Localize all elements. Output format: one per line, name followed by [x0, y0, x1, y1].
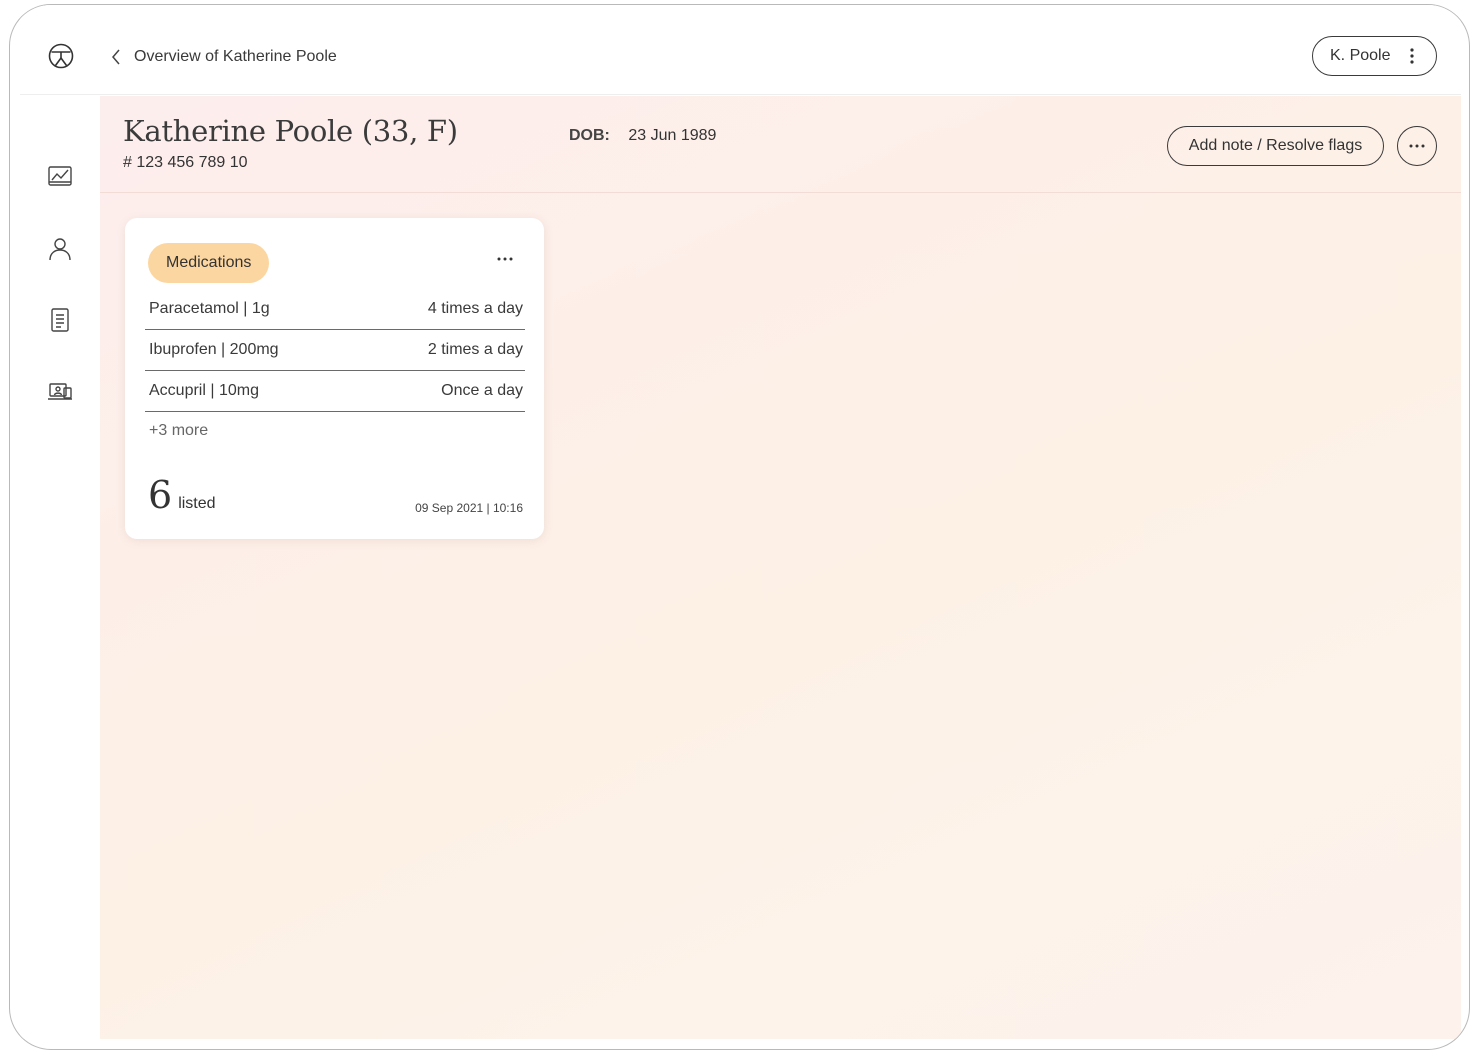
dob-label: DOB: [569, 127, 610, 144]
ellipsis-icon[interactable] [495, 255, 515, 263]
document-icon[interactable] [47, 307, 73, 333]
medication-count: 6 listed [148, 476, 216, 514]
sidebar [20, 96, 100, 1039]
main-content: Katherine Poole (33, F) # 123 456 789 10… [100, 96, 1461, 1039]
medication-frequency: 4 times a day [427, 300, 523, 317]
more-options-button[interactable] [1397, 126, 1437, 166]
medication-frequency: Once a day [441, 382, 523, 399]
patient-name: Katherine Poole (33, F) [123, 114, 458, 148]
count-number: 6 [148, 473, 173, 517]
chevron-left-icon [112, 49, 120, 65]
device-frame: Overview of Katherine Poole K. Poole Kat… [9, 4, 1470, 1050]
medication-list: Paracetamol | 1g 4 times a day Ibuprofen… [145, 289, 525, 412]
medications-pill: Medications [148, 243, 270, 283]
medication-row[interactable]: Accupril | 10mg Once a day [145, 371, 525, 412]
count-label: listed [178, 495, 216, 512]
ellipsis-icon [1409, 144, 1425, 148]
app-screen: Overview of Katherine Poole K. Poole Kat… [20, 5, 1461, 1039]
patient-id: # 123 456 789 10 [123, 154, 248, 171]
patient-header: Katherine Poole (33, F) # 123 456 789 10… [100, 96, 1461, 193]
user-menu-button[interactable]: K. Poole [1312, 36, 1437, 76]
medication-name: Paracetamol | 1g [149, 300, 270, 317]
telehealth-icon[interactable] [47, 379, 73, 405]
medication-name: Accupril | 10mg [149, 382, 259, 399]
medications-card[interactable]: Medications Paracetamol | 1g 4 times a d… [125, 218, 544, 539]
back-link[interactable]: Overview of Katherine Poole [110, 45, 337, 69]
app-logo-icon[interactable] [48, 43, 74, 69]
chart-icon[interactable] [47, 163, 73, 189]
person-icon[interactable] [47, 236, 73, 262]
medication-row[interactable]: Paracetamol | 1g 4 times a day [145, 289, 525, 330]
dob: DOB: 23 Jun 1989 [569, 127, 716, 145]
medication-name: Ibuprofen | 200mg [149, 341, 279, 358]
kebab-vertical-icon [1410, 48, 1414, 64]
back-link-label: Overview of Katherine Poole [134, 48, 337, 65]
medication-row[interactable]: Ibuprofen | 200mg 2 times a day [145, 330, 525, 371]
add-note-button[interactable]: Add note / Resolve flags [1167, 126, 1384, 166]
dob-value: 23 Jun 1989 [628, 127, 717, 144]
more-medications-link[interactable]: +3 more [149, 422, 208, 440]
last-updated-timestamp: 09 Sep 2021 | 10:16 [415, 501, 523, 515]
medication-frequency: 2 times a day [427, 341, 523, 358]
user-name: K. Poole [1330, 47, 1391, 64]
top-bar: Overview of Katherine Poole K. Poole [20, 5, 1461, 95]
